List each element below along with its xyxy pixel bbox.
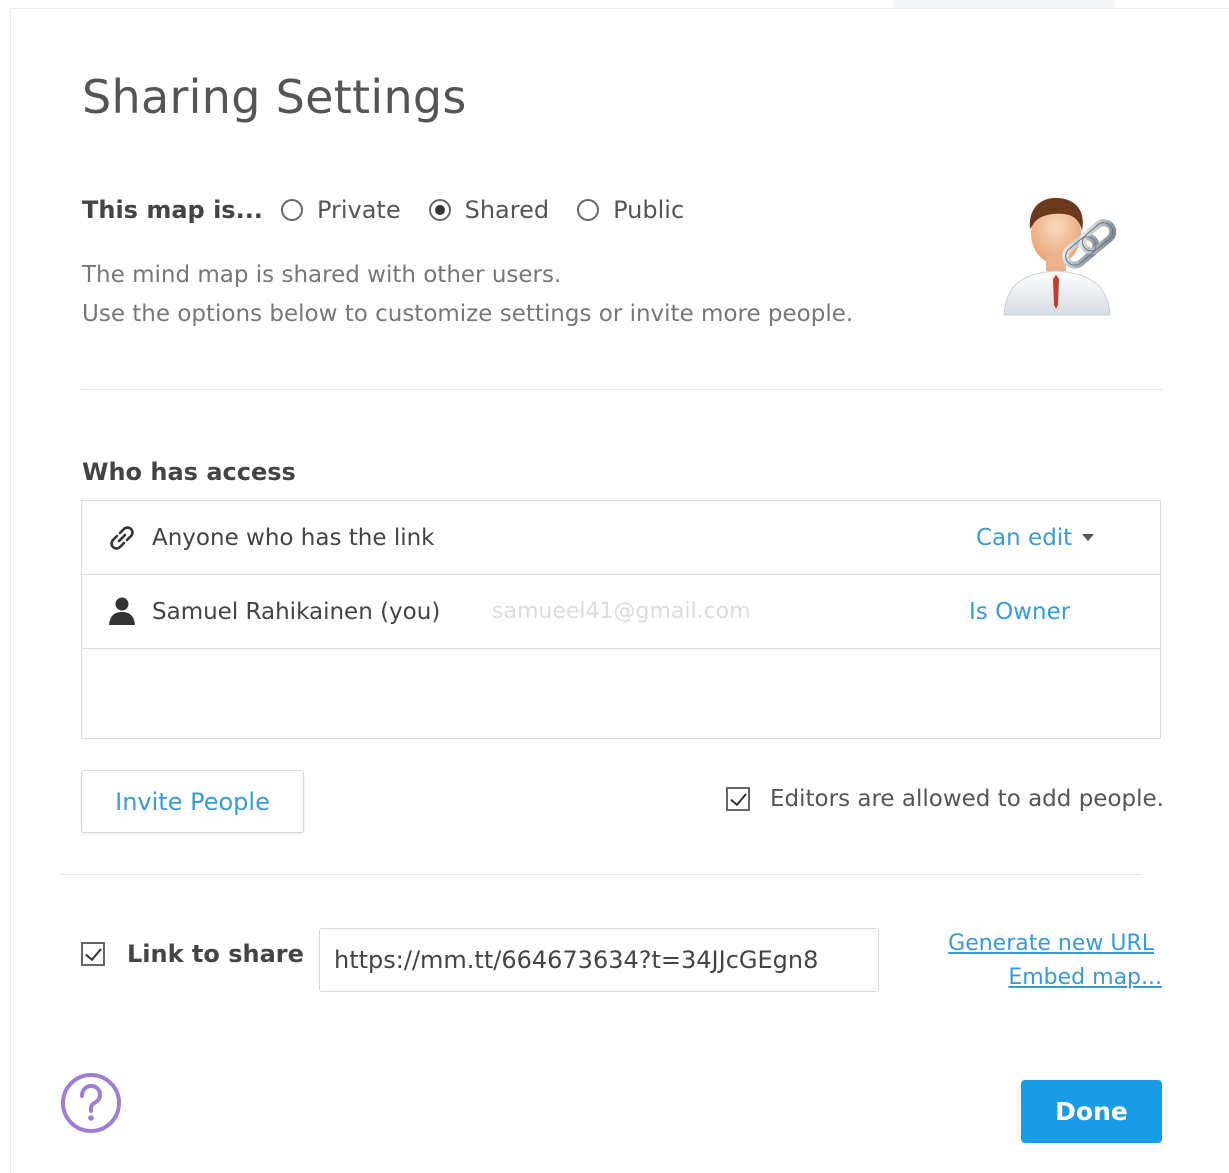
radio-shared[interactable]: Shared: [428, 196, 550, 224]
done-button[interactable]: Done: [1021, 1080, 1162, 1143]
link-icon: [110, 526, 134, 550]
permission-label: Can edit: [976, 524, 1073, 551]
share-url-input[interactable]: [319, 928, 879, 992]
caret-down-icon: [1082, 534, 1095, 541]
radio-shared-circle[interactable]: [428, 199, 451, 221]
shared-user-avatar-icon: [1003, 197, 1117, 316]
radio-public-circle[interactable]: [577, 199, 600, 221]
privacy-label: This map is...: [82, 196, 263, 224]
access-name: Anyone who has the link: [152, 524, 435, 551]
user-icon: [109, 597, 135, 625]
radio-shared-label: Shared: [464, 196, 550, 224]
radio-public[interactable]: Public: [577, 196, 684, 224]
access-email: samueel41@gmail.com: [492, 599, 751, 624]
description-line-2: Use the options below to customize setti…: [82, 301, 854, 327]
access-list: Anyone who has the link Can edit Samuel …: [81, 500, 1161, 739]
invite-people-button[interactable]: Invite People: [81, 770, 304, 833]
divider-top: [81, 389, 1162, 390]
embed-map-link[interactable]: Embed map...: [1008, 965, 1162, 990]
radio-private-label: Private: [316, 196, 401, 224]
radio-private-circle[interactable]: [280, 199, 303, 221]
editors-add-people-option[interactable]: Editors are allowed to add people.: [726, 786, 1164, 812]
question-circle-icon[interactable]: [60, 1072, 122, 1134]
radio-public-label: Public: [613, 196, 685, 224]
link-to-share-option[interactable]: Link to share: [81, 940, 304, 968]
divider-bottom: [60, 874, 1142, 875]
access-section-title: Who has access: [82, 458, 296, 486]
permission-label: Is Owner: [969, 598, 1071, 625]
privacy-options: This map is... Private Shared Public: [82, 192, 712, 228]
access-row-link: Anyone who has the link Can edit: [82, 501, 1160, 575]
privacy-description: The mind map is shared with other users.…: [82, 256, 853, 334]
access-name: Samuel Rahikainen (you): [152, 598, 441, 625]
permission-owner: Is Owner: [969, 599, 1070, 625]
access-row-owner: Samuel Rahikainen (you) samueel41@gmail.…: [82, 575, 1160, 649]
sharing-settings-page: Sharing Settings This map is... Private …: [0, 0, 1229, 1173]
editors-add-people-label: Editors are allowed to add people.: [770, 786, 1164, 812]
radio-private[interactable]: Private: [280, 196, 401, 224]
link-to-share-label: Link to share: [127, 940, 304, 968]
description-line-1: The mind map is shared with other users.: [82, 262, 562, 288]
editors-add-people-checkbox[interactable]: [726, 787, 750, 811]
dialog-title: Sharing Settings: [82, 70, 467, 124]
link-to-share-checkbox[interactable]: [81, 942, 105, 966]
permission-dropdown[interactable]: Can edit: [976, 524, 1095, 551]
generate-new-url-link[interactable]: Generate new URL: [948, 931, 1154, 956]
